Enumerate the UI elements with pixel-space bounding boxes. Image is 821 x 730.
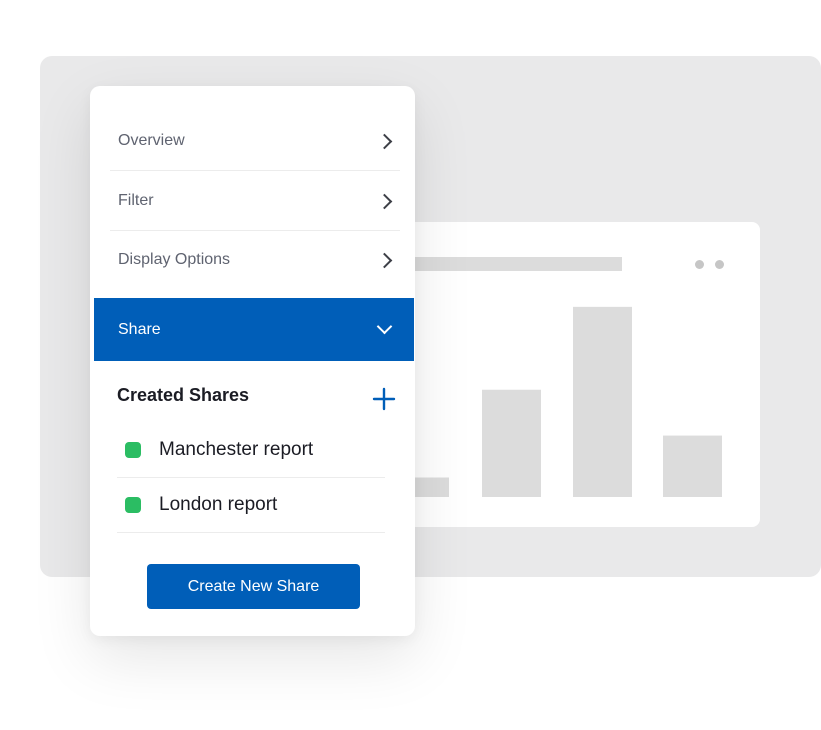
create-new-share-button[interactable]: Create New Share	[147, 564, 360, 609]
menu-item-label: Share	[118, 320, 161, 338]
chevron-right-icon	[376, 133, 393, 149]
chevron-right-icon	[376, 193, 393, 209]
share-list-item[interactable]: London report	[117, 478, 385, 533]
chart-bar	[573, 306, 632, 497]
menu-item-label: Overview	[118, 132, 185, 149]
add-share-plus-icon[interactable]	[372, 387, 396, 411]
menu-item-label: Display Options	[118, 251, 231, 268]
share-name: London report	[159, 494, 278, 515]
menu-item-label: Filter	[118, 192, 154, 209]
settings-panel: Overview Filter Display Options Share Cr…	[90, 86, 415, 636]
chart-bar	[663, 435, 722, 497]
status-indicator-icon	[125, 442, 141, 458]
created-shares-heading: Created Shares	[117, 385, 250, 405]
menu-item-share[interactable]: Share	[94, 298, 414, 361]
menu-item-filter[interactable]: Filter	[110, 172, 400, 231]
share-list-item[interactable]: Manchester report	[117, 423, 385, 478]
chevron-right-icon	[376, 252, 393, 268]
status-indicator-icon	[125, 497, 141, 513]
share-name: Manchester report	[159, 439, 314, 460]
chart-card	[360, 222, 760, 527]
menu-item-display-options[interactable]: Display Options	[110, 231, 400, 289]
chart-bar	[482, 389, 541, 497]
menu-item-overview[interactable]: Overview	[110, 112, 400, 171]
chevron-down-icon	[376, 318, 393, 335]
bar-chart	[390, 306, 722, 497]
